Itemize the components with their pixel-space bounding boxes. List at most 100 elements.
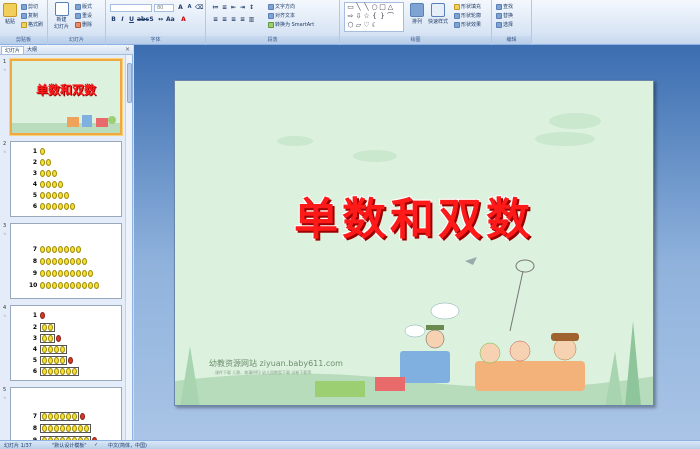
replace-button[interactable]: 替换 [496,12,513,19]
thumbnail-slide-1[interactable]: 单数和双数 [10,59,122,135]
language[interactable]: 中文(简体，中国) [108,442,147,449]
shapes-gallery[interactable]: ▭ ╲ ╲ ○ □ △ ⇨ ⇩ ☆ { } ⌒ ⬡ ▱ ♡ ☾ [344,2,404,32]
bullets-icon[interactable]: ≔ [212,4,219,11]
decrease-indent-icon[interactable]: ⇤ [230,4,237,11]
thumb-number: 1 [3,59,7,65]
clear-format-icon[interactable]: ⌫ [195,4,203,11]
hex-shape-icon[interactable]: ⬡ [347,22,354,29]
numbering-icon[interactable]: ≡ [221,4,228,11]
text-direction-icon [268,3,274,10]
curly2-shape-icon[interactable]: } [379,13,386,20]
reset-label: 重设 [82,13,93,19]
delete-slide-button[interactable]: 删除 [75,21,92,28]
scrollbar-thumb[interactable] [127,63,132,103]
case-icon[interactable]: Aa [166,16,175,23]
select-label: 选择 [503,22,514,28]
grow-font-icon[interactable]: A [177,4,184,11]
smartart-label: 转换为 SmartArt [275,22,315,28]
current-slide[interactable]: 单数和双数 幼教资源网站 ziyuan.baby611.com 课件下载 儿歌、… [174,80,654,406]
egg-row: 10 [29,282,99,289]
egg-row: 4 [29,345,67,354]
callout-shape-icon[interactable]: ▱ [355,22,362,29]
align-left-icon[interactable]: ≡ [212,16,219,23]
align-text-button[interactable]: 对齐文本 [268,12,295,19]
spacing-icon[interactable]: ↔ [157,16,164,23]
egg-row: 8 [29,424,91,433]
underline-icon[interactable]: U [128,16,135,23]
font-size-field[interactable]: 80 [154,4,174,12]
bold-icon[interactable]: B [110,16,117,23]
animation-star-icon: ☆ [3,149,7,154]
thumbnail-slide-5[interactable]: 7 8 9 [10,387,122,440]
columns-icon[interactable]: ▥ [248,16,255,23]
theme-name[interactable]: "默认设计模板" [52,442,87,449]
shape-outline-label: 形状轮廓 [461,13,482,19]
quick-styles-icon [431,3,445,17]
curly-shape-icon[interactable]: { [371,13,378,20]
layout-button[interactable]: 版式 [75,3,92,10]
line2-shape-icon[interactable]: ╲ [363,4,370,11]
curve-shape-icon[interactable]: ⌒ [387,13,394,20]
heart-shape-icon[interactable]: ♡ [363,22,370,29]
quick-styles-button[interactable]: 快速样式 [428,3,448,25]
increase-indent-icon[interactable]: ⇥ [239,4,246,11]
align-right-icon[interactable]: ≡ [230,16,237,23]
spellcheck-icon[interactable]: ✓ [94,442,98,448]
moon-shape-icon[interactable]: ☾ [371,22,378,29]
smartart-button[interactable]: 转换为 SmartArt [268,21,314,28]
font-name-field[interactable] [110,4,152,12]
shape-fill-label: 形状填充 [461,4,482,10]
oval-shape-icon[interactable]: ○ [371,4,378,11]
thumb-number: 2 [3,141,7,147]
new-slide-button[interactable]: 新建 幻灯片 [54,2,69,30]
tab-slides[interactable]: 幻灯片 [1,46,25,54]
binoculars-icon [496,3,502,10]
thumbnail-scrollbar[interactable] [125,55,132,440]
clipboard-group-label: 剪贴板 [0,36,47,44]
slide-title[interactable]: 单数和双数 [175,183,653,247]
format-painter-button[interactable]: 格式刷 [21,21,43,28]
copy-button[interactable]: 复制 [21,12,38,19]
line-shape-icon[interactable]: ╲ [355,4,362,11]
new-slide-icon [54,2,69,16]
ribbon: 粘贴 剪切 复制 格式刷 剪贴板 新建 幻灯片 版式 重设 删除 幻灯片 80 … [0,0,700,45]
arrange-button[interactable]: 排列 [410,3,424,25]
square-shape-icon[interactable]: □ [379,4,386,11]
text-direction-button[interactable]: 文字方向 [268,3,295,10]
justify-icon[interactable]: ≡ [239,16,246,23]
thumbnail-slide-3[interactable]: 7 8 9 10 [10,223,122,299]
shape-fill-button[interactable]: 形状填充 [454,3,481,10]
align-text-icon [268,12,274,19]
shrink-font-icon[interactable]: A [186,4,193,11]
thumbnail-list: 1 ☆ 单数和双数 2 ☆ 1 2 3 4 5 6 3 ☆ 7 8 9 10 4… [0,55,126,440]
cut-button[interactable]: 剪切 [21,3,38,10]
arrow2-shape-icon[interactable]: ⇩ [355,13,362,20]
tab-outline[interactable]: 大纲 [24,46,40,54]
egg-row: 7 [29,246,81,253]
triangle-shape-icon[interactable]: △ [387,4,394,11]
star-shape-icon[interactable]: ☆ [363,13,370,20]
watermark-subtext: 课件下载 儿歌、故事MP3 幼儿园教案下载 试卷下载等 [215,370,312,375]
egg-row: 9 [29,270,93,277]
close-icon[interactable]: × [125,46,130,53]
thumbnail-slide-4[interactable]: 1 2 3 4 5 6 [10,305,122,381]
find-button[interactable]: 查找 [496,3,513,10]
reset-button[interactable]: 重设 [75,12,92,19]
shadow-icon[interactable]: S [148,16,155,23]
align-center-icon[interactable]: ≡ [221,16,228,23]
strikethrough-icon[interactable]: abc [137,16,149,23]
paste-button[interactable]: 粘贴 [3,3,17,25]
rect-shape-icon[interactable]: ▭ [347,4,354,11]
smartart-icon [268,21,274,28]
shape-effects-button[interactable]: 形状效果 [454,21,481,28]
drawing-group: ▭ ╲ ╲ ○ □ △ ⇨ ⇩ ☆ { } ⌒ ⬡ ▱ ♡ ☾ 排列 快速样式 … [340,0,492,45]
select-button[interactable]: 选择 [496,21,513,28]
egg-row: 2 [29,159,51,166]
font-color-icon[interactable]: A [180,16,187,23]
pen-icon [454,12,460,19]
arrow-shape-icon[interactable]: ⇨ [347,13,354,20]
line-spacing-icon[interactable]: ↕ [248,4,255,11]
italic-icon[interactable]: I [119,16,126,23]
thumbnail-slide-2[interactable]: 1 2 3 4 5 6 [10,141,122,217]
shape-outline-button[interactable]: 形状轮廓 [454,12,481,19]
